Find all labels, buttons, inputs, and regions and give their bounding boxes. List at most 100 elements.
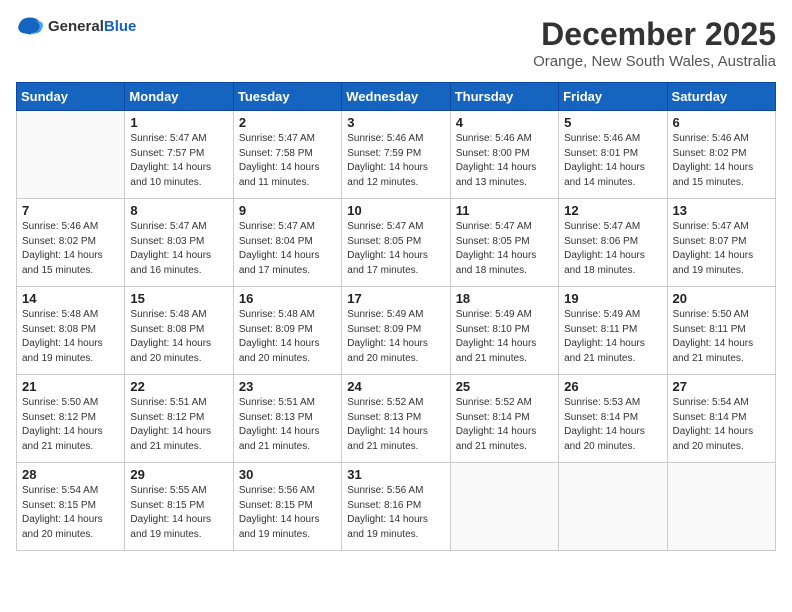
cell-content: Sunrise: 5:53 AM Sunset: 8:14 PM Dayligh… — [564, 396, 661, 454]
cell-content: Sunrise: 5:46 AM Sunset: 8:01 PM Dayligh… — [564, 132, 661, 190]
week-row-5: 28 Sunrise: 5:54 AM Sunset: 8:15 PM Dayli… — [17, 463, 776, 551]
cell-content: Sunrise: 5:47 AM Sunset: 8:03 PM Dayligh… — [130, 220, 227, 278]
cell-content: Sunrise: 5:47 AM Sunset: 8:06 PM Dayligh… — [564, 220, 661, 278]
day-number: 2 — [239, 115, 336, 130]
cell-content: Sunrise: 5:46 AM Sunset: 8:02 PM Dayligh… — [22, 220, 119, 278]
day-number: 12 — [564, 203, 661, 218]
cell-content: Sunrise: 5:46 AM Sunset: 7:59 PM Dayligh… — [347, 132, 444, 190]
day-number: 17 — [347, 291, 444, 306]
cell-content: Sunrise: 5:47 AM Sunset: 8:05 PM Dayligh… — [347, 220, 444, 278]
cell-content: Sunrise: 5:51 AM Sunset: 8:13 PM Dayligh… — [239, 396, 336, 454]
day-number: 29 — [130, 467, 227, 482]
calendar-cell — [667, 463, 775, 551]
day-number: 10 — [347, 203, 444, 218]
cell-content: Sunrise: 5:52 AM Sunset: 8:13 PM Dayligh… — [347, 396, 444, 454]
location-subtitle: Orange, New South Wales, Australia — [533, 53, 776, 70]
calendar-cell — [17, 111, 125, 199]
cell-content: Sunrise: 5:55 AM Sunset: 8:15 PM Dayligh… — [130, 484, 227, 542]
header-day-tuesday: Tuesday — [233, 83, 341, 111]
day-number: 31 — [347, 467, 444, 482]
cell-content: Sunrise: 5:50 AM Sunset: 8:12 PM Dayligh… — [22, 396, 119, 454]
logo-icon — [16, 16, 44, 36]
cell-content: Sunrise: 5:49 AM Sunset: 8:11 PM Dayligh… — [564, 308, 661, 366]
day-number: 16 — [239, 291, 336, 306]
day-number: 19 — [564, 291, 661, 306]
cell-content: Sunrise: 5:48 AM Sunset: 8:08 PM Dayligh… — [130, 308, 227, 366]
calendar-cell: 8 Sunrise: 5:47 AM Sunset: 8:03 PM Daylig… — [125, 199, 233, 287]
calendar-cell: 25Sunrise: 5:52 AM Sunset: 8:14 PM Dayli… — [450, 375, 558, 463]
day-number: 28 — [22, 467, 119, 482]
cell-content: Sunrise: 5:54 AM Sunset: 8:15 PM Dayligh… — [22, 484, 119, 542]
cell-content: Sunrise: 5:51 AM Sunset: 8:12 PM Dayligh… — [130, 396, 227, 454]
calendar-cell: 15 Sunrise: 5:48 AM Sunset: 8:08 PM Dayli… — [125, 287, 233, 375]
calendar-cell: 5Sunrise: 5:46 AM Sunset: 8:01 PM Daylig… — [559, 111, 667, 199]
cell-content: Sunrise: 5:48 AM Sunset: 8:08 PM Dayligh… — [22, 308, 119, 366]
calendar-cell: 4 Sunrise: 5:46 AM Sunset: 8:00 PM Daylig… — [450, 111, 558, 199]
day-number: 30 — [239, 467, 336, 482]
calendar-header: SundayMondayTuesdayWednesdayThursdayFrid… — [17, 83, 776, 111]
cell-content: Sunrise: 5:50 AM Sunset: 8:11 PM Dayligh… — [673, 308, 770, 366]
day-number: 21 — [22, 379, 119, 394]
day-number: 14 — [22, 291, 119, 306]
calendar-body: 1Sunrise: 5:47 AM Sunset: 7:57 PM Daylig… — [17, 111, 776, 551]
cell-content: Sunrise: 5:47 AM Sunset: 8:05 PM Dayligh… — [456, 220, 553, 278]
day-number: 4 — [456, 115, 553, 130]
day-number: 7 — [22, 203, 119, 218]
cell-content: Sunrise: 5:47 AM Sunset: 7:58 PM Dayligh… — [239, 132, 336, 190]
cell-content: Sunrise: 5:56 AM Sunset: 8:15 PM Dayligh… — [239, 484, 336, 542]
cell-content: Sunrise: 5:49 AM Sunset: 8:09 PM Dayligh… — [347, 308, 444, 366]
cell-content: Sunrise: 5:48 AM Sunset: 8:09 PM Dayligh… — [239, 308, 336, 366]
calendar-cell: 2 Sunrise: 5:47 AM Sunset: 7:58 PM Daylig… — [233, 111, 341, 199]
calendar-cell: 21 Sunrise: 5:50 AM Sunset: 8:12 PM Dayli… — [17, 375, 125, 463]
day-number: 8 — [130, 203, 227, 218]
calendar-cell: 6 Sunrise: 5:46 AM Sunset: 8:02 PM Daylig… — [667, 111, 775, 199]
calendar-cell: 7 Sunrise: 5:46 AM Sunset: 8:02 PM Daylig… — [17, 199, 125, 287]
header-row: SundayMondayTuesdayWednesdayThursdayFrid… — [17, 83, 776, 111]
week-row-3: 14 Sunrise: 5:48 AM Sunset: 8:08 PM Dayli… — [17, 287, 776, 375]
calendar-cell: 17 Sunrise: 5:49 AM Sunset: 8:09 PM Dayli… — [342, 287, 450, 375]
calendar-cell: 28 Sunrise: 5:54 AM Sunset: 8:15 PM Dayli… — [17, 463, 125, 551]
cell-content: Sunrise: 5:46 AM Sunset: 8:00 PM Dayligh… — [456, 132, 553, 190]
calendar-cell: 1Sunrise: 5:47 AM Sunset: 7:57 PM Daylig… — [125, 111, 233, 199]
calendar-cell — [450, 463, 558, 551]
calendar-cell: 23 Sunrise: 5:51 AM Sunset: 8:13 PM Dayli… — [233, 375, 341, 463]
cell-content: Sunrise: 5:46 AM Sunset: 8:02 PM Dayligh… — [673, 132, 770, 190]
header-day-monday: Monday — [125, 83, 233, 111]
week-row-4: 21 Sunrise: 5:50 AM Sunset: 8:12 PM Dayli… — [17, 375, 776, 463]
header-day-friday: Friday — [559, 83, 667, 111]
day-number: 26 — [564, 379, 661, 394]
title-block: December 2025 Orange, New South Wales, A… — [533, 16, 776, 70]
cell-content: Sunrise: 5:47 AM Sunset: 8:04 PM Dayligh… — [239, 220, 336, 278]
logo-general-text: General — [48, 18, 104, 35]
cell-content: Sunrise: 5:54 AM Sunset: 8:14 PM Dayligh… — [673, 396, 770, 454]
cell-content: Sunrise: 5:56 AM Sunset: 8:16 PM Dayligh… — [347, 484, 444, 542]
day-number: 23 — [239, 379, 336, 394]
calendar-cell: 10 Sunrise: 5:47 AM Sunset: 8:05 PM Dayli… — [342, 199, 450, 287]
calendar-cell: 29 Sunrise: 5:55 AM Sunset: 8:15 PM Dayli… — [125, 463, 233, 551]
day-number: 24 — [347, 379, 444, 394]
day-number: 18 — [456, 291, 553, 306]
calendar-cell: 12 Sunrise: 5:47 AM Sunset: 8:06 PM Dayli… — [559, 199, 667, 287]
calendar-cell — [559, 463, 667, 551]
header-day-wednesday: Wednesday — [342, 83, 450, 111]
calendar-cell: 19 Sunrise: 5:49 AM Sunset: 8:11 PM Dayli… — [559, 287, 667, 375]
calendar-cell: 20Sunrise: 5:50 AM Sunset: 8:11 PM Dayli… — [667, 287, 775, 375]
calendar-table: SundayMondayTuesdayWednesdayThursdayFrid… — [16, 82, 776, 551]
month-year-title: December 2025 — [533, 16, 776, 53]
week-row-2: 7 Sunrise: 5:46 AM Sunset: 8:02 PM Daylig… — [17, 199, 776, 287]
calendar-cell: 13Sunrise: 5:47 AM Sunset: 8:07 PM Dayli… — [667, 199, 775, 287]
day-number: 22 — [130, 379, 227, 394]
page-header: General Blue December 2025 Orange, New S… — [16, 16, 776, 70]
calendar-cell: 22 Sunrise: 5:51 AM Sunset: 8:12 PM Dayli… — [125, 375, 233, 463]
day-number: 6 — [673, 115, 770, 130]
day-number: 15 — [130, 291, 227, 306]
cell-content: Sunrise: 5:49 AM Sunset: 8:10 PM Dayligh… — [456, 308, 553, 366]
calendar-cell: 30 Sunrise: 5:56 AM Sunset: 8:15 PM Dayli… — [233, 463, 341, 551]
header-day-saturday: Saturday — [667, 83, 775, 111]
logo: General Blue — [16, 16, 136, 36]
day-number: 25 — [456, 379, 553, 394]
calendar-cell: 14 Sunrise: 5:48 AM Sunset: 8:08 PM Dayli… — [17, 287, 125, 375]
calendar-cell: 16 Sunrise: 5:48 AM Sunset: 8:09 PM Dayli… — [233, 287, 341, 375]
day-number: 13 — [673, 203, 770, 218]
logo-blue-text: Blue — [104, 18, 137, 35]
